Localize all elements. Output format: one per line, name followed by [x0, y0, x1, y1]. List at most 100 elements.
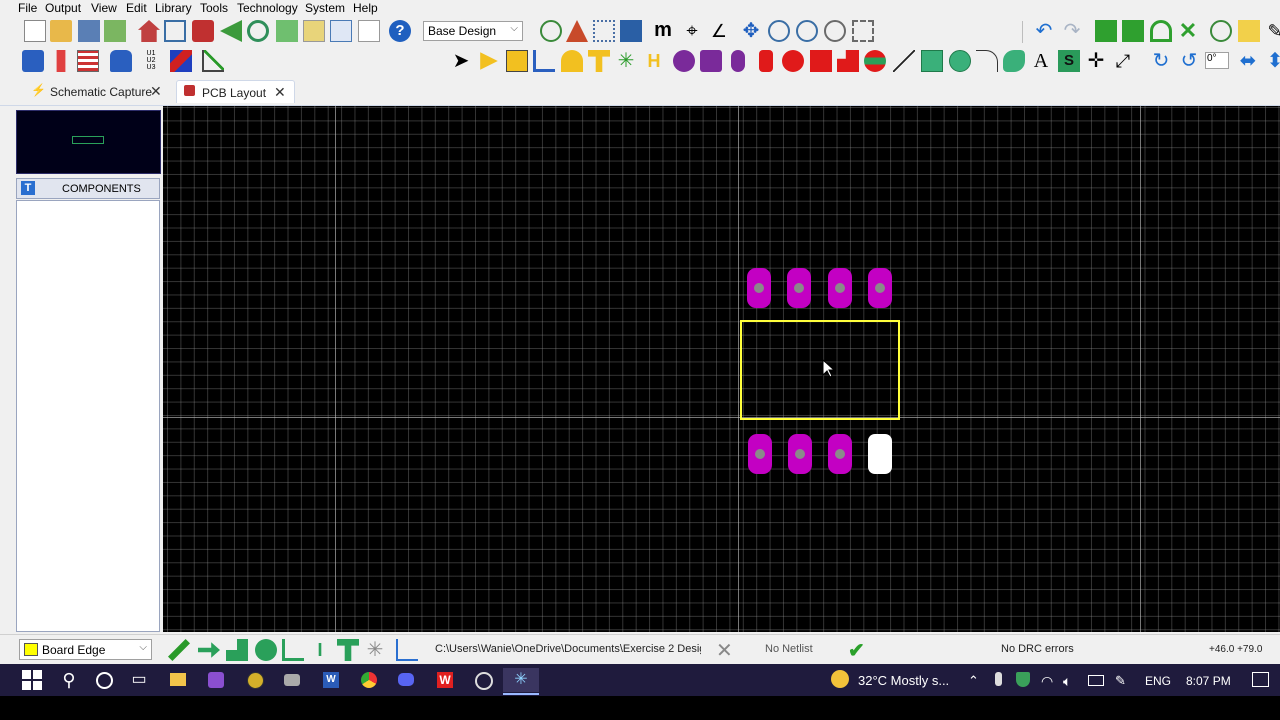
- block-delete-icon[interactable]: ✕: [1177, 20, 1199, 42]
- app-red-icon[interactable]: W: [433, 668, 457, 692]
- menu-tools[interactable]: Tools: [200, 1, 228, 15]
- origin-icon[interactable]: ⌖: [681, 20, 703, 42]
- discord-icon[interactable]: [394, 668, 418, 692]
- edge-connector-icon[interactable]: [759, 50, 773, 72]
- zoom-area-icon[interactable]: [852, 20, 874, 42]
- play-icon[interactable]: [198, 642, 220, 658]
- back-icon[interactable]: [220, 20, 242, 42]
- help-icon[interactable]: ?: [389, 20, 411, 42]
- binary-icon[interactable]: [330, 20, 352, 42]
- weather-text[interactable]: 32°C Mostly s...: [858, 673, 949, 688]
- notifications-icon[interactable]: [1252, 672, 1269, 687]
- save-icon[interactable]: [78, 20, 100, 42]
- probe-icon[interactable]: [56, 50, 66, 72]
- track-status-icon[interactable]: [282, 639, 304, 661]
- battery-icon[interactable]: [1088, 675, 1104, 686]
- pan-icon[interactable]: ✥: [740, 20, 762, 42]
- windows-start-icon[interactable]: [20, 668, 44, 692]
- pad[interactable]: [828, 434, 852, 474]
- file-explorer-icon[interactable]: [166, 668, 190, 692]
- track-mode-icon[interactable]: [533, 50, 555, 72]
- zoom-icon[interactable]: [247, 20, 269, 42]
- menu-view[interactable]: View: [91, 1, 117, 15]
- ratsnest-mode-icon[interactable]: ✳: [615, 50, 637, 72]
- camera-icon[interactable]: [280, 668, 304, 692]
- import-icon[interactable]: [104, 20, 126, 42]
- chevron-up-icon[interactable]: ⌃: [968, 673, 979, 689]
- pad[interactable]: [748, 434, 772, 474]
- design-variant-select[interactable]: Base Design ⌵: [423, 21, 523, 41]
- overview-window[interactable]: [16, 110, 161, 174]
- pad[interactable]: [788, 434, 812, 474]
- component-outline[interactable]: [740, 320, 900, 420]
- component-icon[interactable]: [192, 20, 214, 42]
- mirror-horizontal-icon[interactable]: ⬌: [1237, 50, 1259, 72]
- tab-schematic-capture[interactable]: ⚡ Schematic Capture ✕: [16, 80, 168, 102]
- language-indicator[interactable]: ENG: [1145, 674, 1171, 688]
- marker-icon[interactable]: ✛: [1085, 50, 1107, 72]
- undo-icon[interactable]: ↶: [1033, 20, 1055, 42]
- via-status-icon[interactable]: [255, 639, 277, 661]
- menu-help[interactable]: Help: [353, 1, 378, 15]
- block-rotate-icon[interactable]: [1150, 20, 1172, 42]
- mirror-vertical-icon[interactable]: ⬍: [1264, 50, 1280, 72]
- word-icon[interactable]: W: [319, 668, 343, 692]
- zoom-out-icon[interactable]: [796, 20, 818, 42]
- document-icon[interactable]: [358, 20, 380, 42]
- task-view-icon[interactable]: ▭: [127, 668, 151, 692]
- block-copy-icon[interactable]: [1095, 20, 1117, 42]
- toggle-grid-icon[interactable]: [593, 20, 615, 42]
- ratsnest-icon[interactable]: [77, 50, 99, 72]
- pad[interactable]: [747, 268, 771, 308]
- menu-technology[interactable]: Technology: [237, 1, 298, 15]
- home-icon[interactable]: [138, 20, 160, 42]
- redo-icon[interactable]: ↷: [1061, 20, 1083, 42]
- menu-edit[interactable]: Edit: [126, 1, 147, 15]
- pad-pin-1[interactable]: [868, 434, 892, 474]
- pcb-canvas[interactable]: [163, 106, 1280, 632]
- line-icon[interactable]: [893, 50, 915, 72]
- symbol-icon[interactable]: S: [1058, 50, 1080, 72]
- auto-route-icon[interactable]: I: [309, 639, 331, 661]
- layer-select[interactable]: Board Edge ⌵: [19, 639, 152, 660]
- block-move-icon[interactable]: [1122, 20, 1144, 42]
- padstack-icon[interactable]: [864, 50, 886, 72]
- package-mode-icon[interactable]: [506, 50, 528, 72]
- open-folder-icon[interactable]: [50, 20, 72, 42]
- step-icon[interactable]: [226, 639, 248, 661]
- microphone-icon[interactable]: [995, 672, 1002, 686]
- menu-system[interactable]: System: [305, 1, 345, 15]
- ratsnest-status-icon[interactable]: ✳: [364, 639, 386, 661]
- pad[interactable]: [828, 268, 852, 308]
- close-icon[interactable]: ✕: [150, 83, 162, 100]
- layers-icon[interactable]: [620, 20, 642, 42]
- app-purple-icon[interactable]: [204, 668, 228, 692]
- new-file-icon[interactable]: [24, 20, 46, 42]
- component-mode-icon[interactable]: [480, 52, 498, 70]
- menu-library[interactable]: Library: [155, 1, 192, 15]
- security-shield-icon[interactable]: [1016, 672, 1030, 687]
- chrome-icon[interactable]: [357, 668, 381, 692]
- rotate-ccw-icon[interactable]: ↺: [1178, 50, 1200, 72]
- weather-icon[interactable]: [829, 668, 853, 692]
- circular-smt-icon[interactable]: [782, 50, 804, 72]
- rotate-cw-icon[interactable]: ↻: [1150, 50, 1172, 72]
- rect-smt-icon[interactable]: [810, 50, 832, 72]
- tab-pcb-layout[interactable]: PCB Layout ✕: [176, 80, 295, 103]
- grid-icon[interactable]: [164, 20, 186, 42]
- cortana-icon[interactable]: [92, 668, 116, 692]
- metric-icon[interactable]: m: [652, 20, 674, 42]
- circle-icon[interactable]: [949, 50, 971, 72]
- polygonal-smt-icon[interactable]: [837, 50, 859, 72]
- select-arrow-icon[interactable]: ➤: [450, 50, 472, 72]
- square-pad-icon[interactable]: [700, 50, 722, 72]
- path-icon[interactable]: [1003, 50, 1025, 72]
- annotate-icon[interactable]: U1 U2 U3: [140, 50, 162, 72]
- app-round-icon[interactable]: [243, 668, 267, 692]
- cost-icon[interactable]: [303, 20, 325, 42]
- via-mode-icon[interactable]: [561, 50, 583, 72]
- pad[interactable]: [868, 268, 892, 308]
- search-icon[interactable]: [1210, 20, 1232, 42]
- connectivity-status-icon[interactable]: [396, 639, 418, 661]
- round-pad-icon[interactable]: [673, 50, 695, 72]
